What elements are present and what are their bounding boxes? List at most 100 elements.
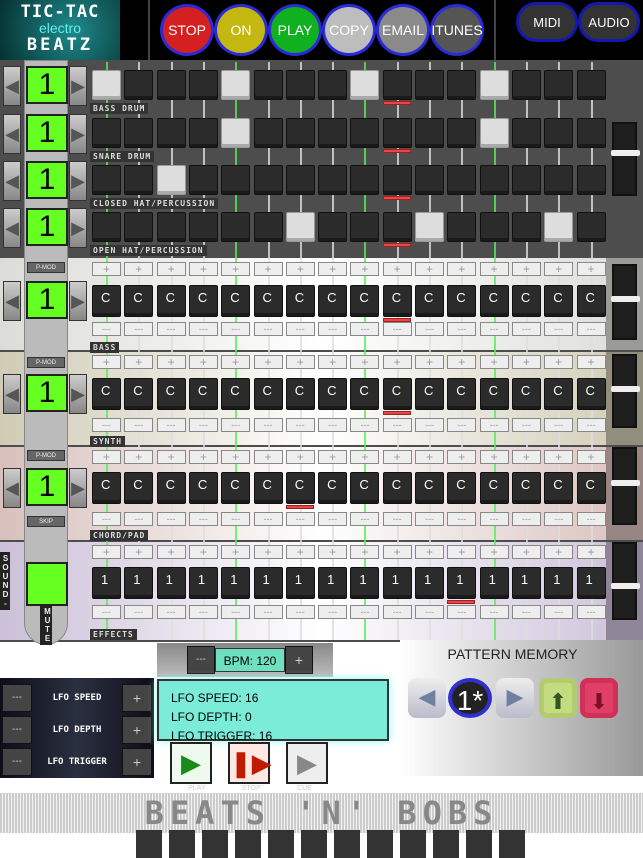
transport-stop-button[interactable]: STOP bbox=[160, 4, 214, 56]
step-pad[interactable] bbox=[285, 165, 315, 195]
note-up-button[interactable]: + bbox=[285, 450, 315, 464]
note-pad[interactable]: C bbox=[447, 285, 477, 317]
note-down-button[interactable]: --- bbox=[188, 322, 218, 336]
step-pad[interactable] bbox=[156, 70, 186, 100]
pattern-number[interactable]: 1 bbox=[26, 374, 68, 412]
step-pad[interactable] bbox=[253, 212, 283, 242]
note-pad[interactable]: C bbox=[253, 472, 283, 504]
note-pad[interactable]: C bbox=[544, 472, 574, 504]
note-up-button[interactable]: + bbox=[188, 450, 218, 464]
note-down-button[interactable]: --- bbox=[415, 418, 444, 432]
prev-pattern-button[interactable]: ◀ bbox=[3, 208, 21, 248]
note-up-button[interactable]: + bbox=[447, 545, 477, 559]
note-pad[interactable]: 1 bbox=[221, 567, 251, 599]
note-down-button[interactable]: --- bbox=[511, 418, 541, 432]
note-up-button[interactable]: + bbox=[124, 355, 154, 369]
note-down-button[interactable]: --- bbox=[350, 418, 380, 432]
step-pad[interactable] bbox=[285, 212, 315, 242]
note-up-button[interactable]: + bbox=[156, 355, 186, 369]
note-pad[interactable]: C bbox=[350, 285, 380, 317]
note-pad[interactable]: C bbox=[511, 472, 541, 504]
note-down-button[interactable]: --- bbox=[479, 605, 509, 619]
note-up-button[interactable]: + bbox=[92, 355, 121, 369]
note-down-button[interactable]: --- bbox=[511, 605, 541, 619]
play-button[interactable]: ▶ bbox=[170, 742, 212, 784]
note-down-button[interactable]: --- bbox=[479, 322, 509, 336]
note-up-button[interactable]: + bbox=[415, 262, 444, 276]
step-pad[interactable] bbox=[285, 70, 315, 100]
note-pad[interactable]: C bbox=[92, 285, 121, 317]
step-pad[interactable] bbox=[350, 212, 380, 242]
step-pad[interactable] bbox=[511, 118, 541, 148]
note-down-button[interactable]: --- bbox=[350, 322, 380, 336]
note-down-button[interactable]: --- bbox=[124, 322, 154, 336]
note-down-button[interactable]: --- bbox=[253, 512, 283, 526]
note-pad[interactable]: C bbox=[479, 378, 509, 410]
note-down-button[interactable]: --- bbox=[253, 605, 283, 619]
note-down-button[interactable]: --- bbox=[382, 322, 412, 336]
note-down-button[interactable]: --- bbox=[415, 512, 444, 526]
note-up-button[interactable]: + bbox=[221, 355, 251, 369]
note-up-button[interactable]: + bbox=[318, 450, 348, 464]
note-up-button[interactable]: + bbox=[253, 355, 283, 369]
note-down-button[interactable]: --- bbox=[156, 512, 186, 526]
note-down-button[interactable]: --- bbox=[382, 512, 412, 526]
note-pad[interactable]: C bbox=[576, 472, 606, 504]
note-up-button[interactable]: + bbox=[544, 450, 574, 464]
note-down-button[interactable]: --- bbox=[253, 418, 283, 432]
note-down-button[interactable]: --- bbox=[544, 418, 574, 432]
note-pad[interactable]: 1 bbox=[511, 567, 541, 599]
note-pad[interactable]: 1 bbox=[285, 567, 315, 599]
note-down-button[interactable]: --- bbox=[188, 512, 218, 526]
note-pad[interactable]: C bbox=[124, 472, 154, 504]
step-pad[interactable] bbox=[447, 70, 477, 100]
note-pad[interactable]: C bbox=[544, 285, 574, 317]
note-pad[interactable]: C bbox=[479, 285, 509, 317]
prev-pattern-button[interactable]: ◀ bbox=[3, 468, 21, 508]
note-down-button[interactable]: --- bbox=[544, 512, 574, 526]
keyboard-block[interactable] bbox=[268, 830, 294, 858]
note-up-button[interactable]: + bbox=[447, 450, 477, 464]
note-up-button[interactable]: + bbox=[92, 450, 121, 464]
bpm-increase-button[interactable]: + bbox=[285, 646, 313, 674]
step-pad[interactable] bbox=[253, 118, 283, 148]
pattern-number[interactable]: 1 bbox=[26, 114, 68, 152]
p-mod-button[interactable]: P-MOD bbox=[27, 450, 65, 461]
step-pad[interactable] bbox=[221, 212, 251, 242]
note-up-button[interactable]: + bbox=[576, 545, 606, 559]
note-down-button[interactable]: --- bbox=[447, 322, 477, 336]
note-up-button[interactable]: + bbox=[221, 545, 251, 559]
note-up-button[interactable]: + bbox=[511, 450, 541, 464]
note-pad[interactable]: C bbox=[382, 472, 412, 504]
note-up-button[interactable]: + bbox=[576, 355, 606, 369]
lfo-decrease-button[interactable]: --- bbox=[2, 716, 32, 744]
step-pad[interactable] bbox=[479, 70, 509, 100]
note-pad[interactable]: 1 bbox=[318, 567, 348, 599]
note-pad[interactable]: C bbox=[544, 378, 574, 410]
note-up-button[interactable]: + bbox=[124, 545, 154, 559]
step-pad[interactable] bbox=[576, 70, 606, 100]
keyboard-block[interactable] bbox=[334, 830, 360, 858]
note-up-button[interactable]: + bbox=[92, 545, 121, 559]
step-pad[interactable] bbox=[156, 118, 186, 148]
note-up-button[interactable]: + bbox=[350, 545, 380, 559]
note-pad[interactable]: C bbox=[382, 285, 412, 317]
pattern-number[interactable]: 1 bbox=[26, 468, 68, 506]
note-down-button[interactable]: --- bbox=[576, 605, 606, 619]
note-up-button[interactable]: + bbox=[447, 355, 477, 369]
note-up-button[interactable]: + bbox=[479, 262, 509, 276]
step-pad[interactable] bbox=[350, 118, 380, 148]
step-pad[interactable] bbox=[124, 165, 154, 195]
note-up-button[interactable]: + bbox=[156, 262, 186, 276]
note-down-button[interactable]: --- bbox=[156, 322, 186, 336]
note-down-button[interactable]: --- bbox=[511, 512, 541, 526]
note-pad[interactable]: C bbox=[447, 378, 477, 410]
note-pad[interactable]: C bbox=[188, 378, 218, 410]
next-pattern-button[interactable]: ▶ bbox=[69, 281, 87, 321]
note-up-button[interactable]: + bbox=[544, 262, 574, 276]
note-up-button[interactable]: + bbox=[576, 262, 606, 276]
step-pad[interactable] bbox=[511, 70, 541, 100]
lfo-decrease-button[interactable]: --- bbox=[2, 684, 32, 712]
note-up-button[interactable]: + bbox=[350, 450, 380, 464]
note-pad[interactable]: 1 bbox=[350, 567, 380, 599]
